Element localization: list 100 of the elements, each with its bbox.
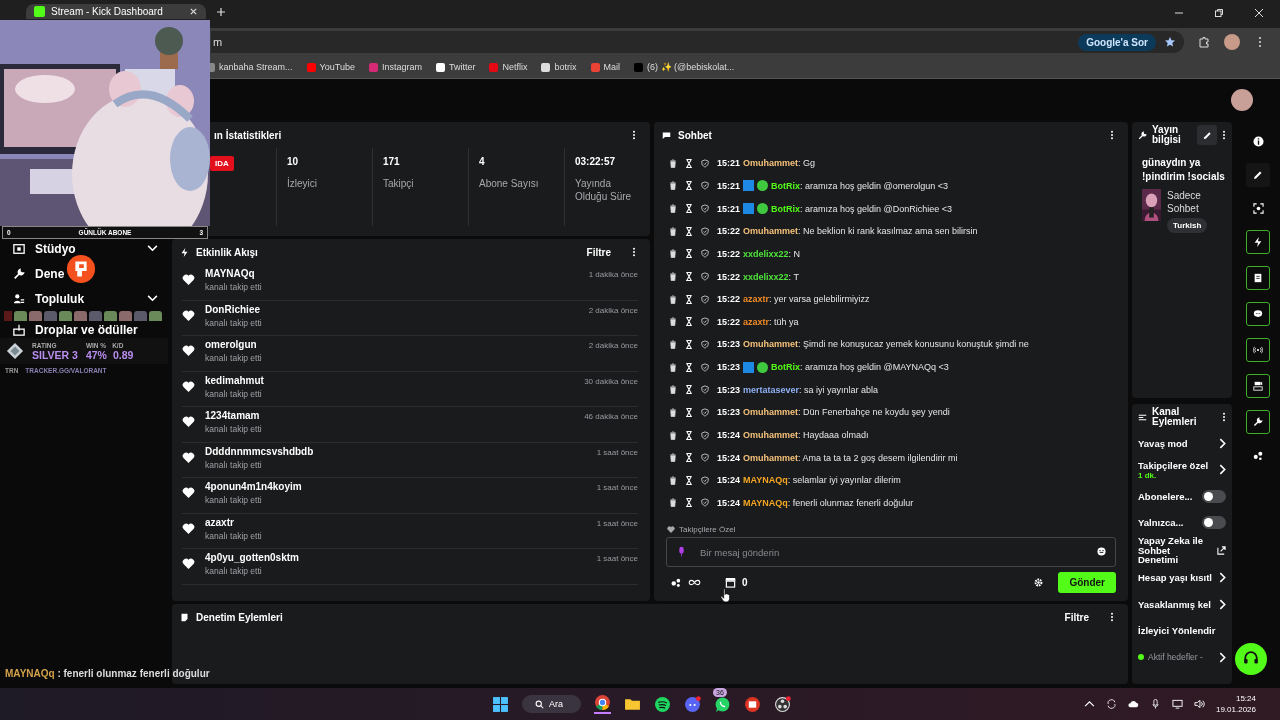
channel-action[interactable]: Yasaklanmış kel xyxy=(1138,591,1226,618)
shield-icon[interactable] xyxy=(701,362,709,372)
shield-icon[interactable] xyxy=(701,272,709,281)
shield-icon[interactable] xyxy=(701,498,709,508)
trash-icon[interactable] xyxy=(669,317,677,327)
trash-icon[interactable] xyxy=(669,158,677,168)
settings-icon[interactable] xyxy=(1033,577,1045,588)
trash-icon[interactable] xyxy=(669,407,677,417)
points-icon[interactable] xyxy=(671,577,682,588)
restore-icon[interactable] xyxy=(1214,8,1224,18)
shield-icon[interactable] xyxy=(701,453,709,463)
shield-icon[interactable] xyxy=(701,226,709,236)
more-options-icon[interactable] xyxy=(632,247,636,257)
hourglass-icon[interactable] xyxy=(685,294,693,304)
edit-button[interactable] xyxy=(1246,163,1270,187)
channel-action[interactable]: Yavaş mod xyxy=(1138,430,1226,457)
cloud-icon[interactable] xyxy=(1127,699,1139,709)
bookmark[interactable]: (6) ✨ (@bebiskolat... xyxy=(634,62,735,72)
trash-icon[interactable] xyxy=(669,181,677,191)
trash-icon[interactable] xyxy=(669,453,677,463)
chat-button[interactable] xyxy=(1246,302,1270,326)
trash-icon[interactable] xyxy=(669,339,677,349)
shield-icon[interactable] xyxy=(701,181,709,191)
browser-tab[interactable]: Stream - Kick Dashboard xyxy=(26,4,206,19)
windows-start-icon[interactable] xyxy=(492,695,509,713)
microphone-icon[interactable] xyxy=(1149,699,1161,709)
broadcast-button[interactable] xyxy=(1246,338,1270,362)
shield-icon[interactable] xyxy=(701,430,709,440)
trash-icon[interactable] xyxy=(669,430,677,440)
hourglass-icon[interactable] xyxy=(685,385,693,395)
speaker-icon[interactable] xyxy=(1193,699,1205,709)
close-icon[interactable] xyxy=(1254,8,1264,18)
ask-google-button[interactable]: Google'a Sor xyxy=(1078,33,1156,51)
hourglass-icon[interactable] xyxy=(685,475,693,485)
more-options-icon[interactable] xyxy=(1222,412,1226,422)
hourglass-icon[interactable] xyxy=(685,204,693,214)
spotify-icon[interactable] xyxy=(654,695,671,713)
shield-icon[interactable] xyxy=(701,317,709,327)
hourglass-icon[interactable] xyxy=(685,498,693,508)
sidebar-item[interactable]: Droplar ve ödüller xyxy=(0,322,172,337)
wrench-button[interactable] xyxy=(1246,410,1270,434)
hourglass-icon[interactable] xyxy=(685,317,693,327)
edit-button[interactable] xyxy=(1197,125,1217,145)
bookmark[interactable]: Mail xyxy=(590,62,620,72)
shield-icon[interactable] xyxy=(701,385,709,395)
info-icon[interactable] xyxy=(1252,136,1264,147)
taskbar-search[interactable]: Ara xyxy=(522,695,581,713)
hourglass-icon[interactable] xyxy=(685,430,693,440)
camera-button[interactable] xyxy=(1246,374,1270,398)
channel-action[interactable]: Aktif hedefler - xyxy=(1138,644,1226,671)
discord-icon[interactable] xyxy=(684,695,701,713)
hourglass-icon[interactable] xyxy=(685,226,693,236)
send-button[interactable]: Gönder xyxy=(1058,572,1116,593)
channel-action[interactable]: İzleyici Yönlendir xyxy=(1138,617,1226,644)
bookmark[interactable]: Twitter xyxy=(435,62,476,72)
trash-icon[interactable] xyxy=(669,362,677,372)
monitor-icon[interactable] xyxy=(1171,699,1183,709)
trash-icon[interactable] xyxy=(669,498,677,508)
hourglass-icon[interactable] xyxy=(685,453,693,463)
document-button[interactable] xyxy=(1246,266,1270,290)
app-icon[interactable] xyxy=(744,695,761,713)
more-options-icon[interactable] xyxy=(632,130,636,140)
shield-icon[interactable] xyxy=(701,249,709,259)
shield-icon[interactable] xyxy=(701,294,709,304)
whatsapp-icon[interactable] xyxy=(714,695,731,713)
hourglass-icon[interactable] xyxy=(685,339,693,349)
bookmark-star-icon[interactable] xyxy=(1164,36,1176,48)
sync-icon[interactable] xyxy=(1105,699,1117,709)
user-avatar[interactable] xyxy=(1231,88,1253,111)
message-input[interactable]: Bir mesaj gönderin xyxy=(666,537,1116,567)
channel-action[interactable]: Takipçilere özel 1 dk. xyxy=(1138,456,1226,483)
trash-icon[interactable] xyxy=(669,385,677,395)
shield-icon[interactable] xyxy=(701,204,709,214)
profile-avatar[interactable] xyxy=(1224,34,1240,50)
toggle-switch[interactable] xyxy=(1202,489,1226,503)
address-field[interactable]: m Google'a Sor xyxy=(211,31,1184,53)
hourglass-icon[interactable] xyxy=(685,249,693,259)
more-options-icon[interactable] xyxy=(1110,612,1114,622)
filter-button[interactable]: Filtre xyxy=(1064,611,1089,623)
points-icon[interactable] xyxy=(1252,450,1264,461)
trash-icon[interactable] xyxy=(669,294,677,304)
chevron-up-icon[interactable] xyxy=(1083,699,1095,709)
bookmark[interactable]: Netflix xyxy=(489,62,528,72)
shield-icon[interactable] xyxy=(701,475,709,485)
trash-icon[interactable] xyxy=(669,204,677,214)
bookmark[interactable]: botrix xyxy=(541,62,577,72)
sidebar-item[interactable]: Dene xyxy=(0,261,65,286)
extensions-icon[interactable] xyxy=(1198,36,1210,48)
emoji-icon[interactable] xyxy=(1097,547,1106,556)
trash-icon[interactable] xyxy=(669,226,677,236)
lightning-button[interactable] xyxy=(1246,230,1270,254)
hourglass-icon[interactable] xyxy=(685,362,693,372)
bookmark[interactable]: YouTube xyxy=(306,62,355,72)
store-button[interactable]: 0 xyxy=(721,574,752,591)
sidebar-item[interactable]: Topluluk xyxy=(0,286,172,311)
trash-icon[interactable] xyxy=(669,475,677,485)
screenshot-icon[interactable] xyxy=(1252,203,1264,214)
close-icon[interactable] xyxy=(189,7,198,16)
channel-action[interactable]: Yapay Zeka ile Sohbet Denetimi xyxy=(1138,536,1226,565)
new-tab-icon[interactable] xyxy=(216,7,226,17)
